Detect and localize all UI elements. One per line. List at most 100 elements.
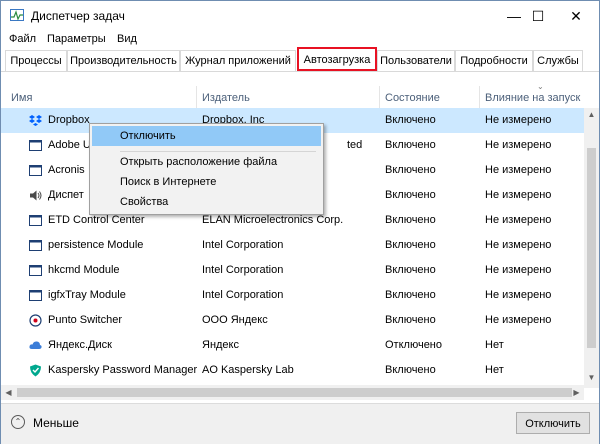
tab-strip: Процессы Производительность Журнал прило… — [1, 47, 599, 72]
fewer-details-link[interactable]: Меньше — [33, 416, 79, 430]
column-startup-impact[interactable]: Влияние на запуск — [485, 92, 580, 104]
row-publisher: Intel Corporation — [202, 289, 284, 301]
dropbox-icon — [29, 115, 42, 126]
row-name: igfxTray Module — [48, 289, 126, 301]
row-impact: Не измерено — [485, 214, 552, 226]
column-status[interactable]: Состояние — [385, 92, 440, 104]
context-menu-properties[interactable]: Свойства — [92, 192, 321, 212]
scroll-down-arrow-icon[interactable]: ▼ — [584, 371, 599, 385]
punto-icon — [29, 314, 42, 327]
column-divider[interactable] — [196, 86, 197, 108]
sort-chevron-icon: ⌄ — [537, 82, 544, 91]
task-manager-window: Диспетчер задач — ☐ ✕ Файл Параметры Вид… — [0, 0, 600, 444]
table-row[interactable]: Punto Switcher ООО Яндекс Включено Не из… — [1, 308, 584, 333]
row-name: Диспет — [48, 189, 84, 201]
table-row[interactable]: hkcmd Module Intel Corporation Включено … — [1, 258, 584, 283]
table-row[interactable]: Яндекс.Диск Яндекс Отключено Нет — [1, 333, 584, 358]
disable-button[interactable]: Отключить — [516, 412, 590, 434]
column-name[interactable]: Имя — [11, 92, 32, 104]
window-icon — [29, 265, 42, 276]
cloud-icon — [29, 341, 42, 349]
row-name: ETD Control Center — [48, 214, 145, 226]
window-icon — [29, 140, 42, 151]
row-status: Включено — [385, 189, 436, 201]
row-publisher: Intel Corporation — [202, 264, 284, 276]
menu-view[interactable]: Вид — [117, 33, 137, 45]
vertical-scroll-thumb[interactable] — [587, 148, 596, 348]
window-title: Диспетчер задач — [31, 9, 125, 23]
row-status: Включено — [385, 214, 436, 226]
window-icon — [29, 215, 42, 226]
task-manager-icon — [10, 9, 24, 21]
tab-processes[interactable]: Процессы — [5, 50, 67, 71]
row-status: Включено — [385, 264, 436, 276]
row-impact: Не измерено — [485, 139, 552, 151]
column-publisher[interactable]: Издатель — [202, 92, 250, 104]
context-menu: Отключить Открыть расположение файла Пои… — [89, 123, 324, 215]
row-name: persistence Module — [48, 239, 144, 251]
row-impact: Не измерено — [485, 264, 552, 276]
tab-startup[interactable]: Автозагрузка — [297, 47, 377, 71]
row-status: Отключено — [385, 339, 442, 351]
row-impact: Не измерено — [485, 239, 552, 251]
row-impact: Не измерено — [485, 189, 552, 201]
row-name: Punto Switcher — [48, 314, 122, 326]
row-name: Adobe U — [48, 139, 91, 151]
tab-performance[interactable]: Производительность — [67, 50, 180, 71]
chevron-up-icon[interactable]: ⌃ — [11, 415, 25, 429]
row-publisher: ted — [347, 139, 363, 151]
menu-options[interactable]: Параметры — [47, 33, 106, 45]
row-status: Включено — [385, 289, 436, 301]
vertical-scrollbar[interactable]: ▲ ▼ — [584, 108, 599, 388]
context-menu-search-online[interactable]: Поиск в Интернете — [92, 172, 321, 192]
row-publisher: ELAN Microelectronics Corp. — [202, 214, 344, 226]
row-publisher: Яндекс — [202, 339, 239, 351]
tab-users[interactable]: Пользователи — [377, 50, 455, 71]
tab-app-history[interactable]: Журнал приложений — [180, 50, 296, 71]
row-impact: Не измерено — [485, 164, 552, 176]
row-impact: Нет — [485, 339, 504, 351]
row-name: Acronis — [48, 164, 85, 176]
row-status: Включено — [385, 164, 436, 176]
table-row[interactable]: persistence Module Intel Corporation Вкл… — [1, 233, 584, 258]
row-name: hkcmd Module — [48, 264, 120, 276]
row-status: Включено — [385, 314, 436, 326]
horizontal-scroll-thumb[interactable] — [17, 388, 572, 397]
scroll-right-arrow-icon[interactable]: ▶ — [569, 385, 584, 400]
table-row[interactable]: igfxTray Module Intel Corporation Включе… — [1, 283, 584, 308]
title-bar: Диспетчер задач — ☐ ✕ — [1, 1, 599, 31]
row-name: Dropbox — [48, 114, 90, 126]
horizontal-scrollbar[interactable]: ◀ ▶ — [1, 385, 584, 400]
table-row[interactable]: Kaspersky Password Manager AO Kaspersky … — [1, 358, 584, 383]
context-menu-disable[interactable]: Отключить — [92, 126, 321, 146]
window-icon — [29, 165, 42, 176]
scroll-up-arrow-icon[interactable]: ▲ — [584, 108, 599, 122]
speaker-icon — [30, 190, 42, 201]
context-menu-open-file-location[interactable]: Открыть расположение файла — [92, 152, 321, 172]
table-header: Имя Издатель Состояние ⌄ Влияние на запу… — [1, 72, 584, 108]
row-name: Яндекс.Диск — [48, 339, 112, 351]
shield-icon — [30, 364, 41, 377]
row-publisher: ООО Яндекс — [202, 314, 268, 326]
footer-bar: ⌃ Меньше Отключить — [1, 403, 599, 444]
row-status: Включено — [385, 239, 436, 251]
scroll-left-arrow-icon[interactable]: ◀ — [1, 385, 16, 400]
window-icon — [29, 290, 42, 301]
row-impact: Не измерено — [485, 314, 552, 326]
column-divider[interactable] — [379, 86, 380, 108]
row-name: Kaspersky Password Manager — [48, 364, 198, 376]
row-impact: Нет — [485, 364, 504, 376]
row-status: Включено — [385, 364, 436, 376]
row-status: Включено — [385, 114, 436, 126]
row-publisher: Intel Corporation — [202, 239, 284, 251]
column-divider[interactable] — [479, 86, 480, 108]
row-impact: Не измерено — [485, 114, 552, 126]
window-icon — [29, 240, 42, 251]
close-button[interactable]: ✕ — [553, 1, 599, 31]
tab-details[interactable]: Подробности — [455, 50, 533, 71]
row-publisher: AO Kaspersky Lab — [202, 364, 294, 376]
menu-file[interactable]: Файл — [9, 33, 36, 45]
row-impact: Не измерено — [485, 289, 552, 301]
row-status: Включено — [385, 139, 436, 151]
tab-services[interactable]: Службы — [533, 50, 583, 71]
